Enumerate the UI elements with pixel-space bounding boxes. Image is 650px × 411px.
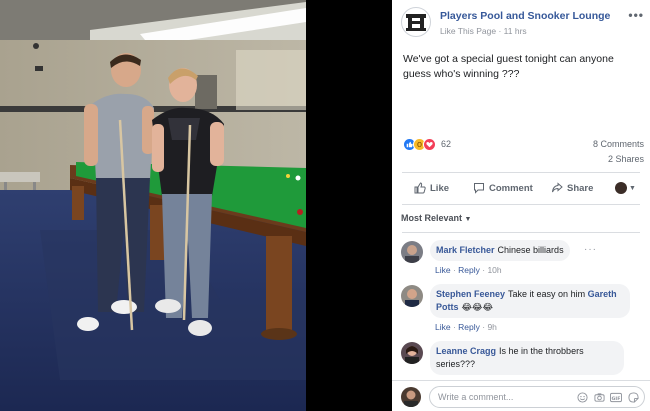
side-table <box>0 172 40 182</box>
post-meta: Like This Page · 11 hrs <box>440 26 527 36</box>
comment-button[interactable]: Comment <box>473 182 533 194</box>
divider <box>402 172 640 173</box>
comment-author-link[interactable]: Leanne Cragg <box>436 346 496 356</box>
comment-emoji: 😂😂😂 <box>461 302 494 312</box>
post-photo[interactable] <box>0 0 306 411</box>
players-logo-icon <box>406 14 426 31</box>
post-actions: Like Comment Share ▼ <box>392 177 650 201</box>
commenter-avatar[interactable] <box>401 241 423 263</box>
comment-text: Take it easy on him <box>508 289 586 299</box>
cue-ball <box>295 175 301 181</box>
like-page-link[interactable]: Like This Page <box>440 26 496 36</box>
chevron-down-icon: ▼ <box>629 184 636 192</box>
comment-bubble: Mark Fletcher Chinese billiards <box>430 240 570 261</box>
user-avatar <box>615 182 627 194</box>
sticker-icon[interactable] <box>627 391 639 403</box>
comment-time[interactable]: 9h <box>487 322 496 332</box>
meta-separator: · <box>498 26 502 36</box>
comment-bubble-icon <box>474 183 484 194</box>
comment-label: Comment <box>489 182 533 194</box>
post-time[interactable]: 11 hrs <box>504 26 527 36</box>
comment-reply-link[interactable]: Reply <box>458 265 480 275</box>
sort-label: Most Relevant <box>401 213 463 223</box>
comment-meta: Like · Reply · 9h <box>435 322 497 332</box>
comment-options-icon[interactable]: ··· <box>584 244 597 255</box>
comment-sort-dropdown[interactable]: Most Relevant ▼ <box>401 213 471 223</box>
reactions-summary[interactable]: o 62 <box>403 137 451 151</box>
wall-fixture <box>35 66 43 71</box>
shares-count-link[interactable]: 2 Shares <box>608 154 644 164</box>
divider <box>402 232 640 233</box>
user-avatar <box>401 387 421 407</box>
like-label: Like <box>430 182 450 194</box>
table-leg-left <box>72 186 84 220</box>
comment-input-tools: GIF <box>576 391 639 403</box>
wall-frame <box>195 75 217 109</box>
window-glow <box>236 50 306 110</box>
share-button[interactable]: Share <box>551 182 593 194</box>
photo-letterbox <box>306 0 392 411</box>
comment-reply-link[interactable]: Reply <box>458 322 480 332</box>
comment-time[interactable]: 10h <box>487 265 501 275</box>
photo-scene <box>0 0 306 411</box>
comment-input-placeholder: Write a comment... <box>438 392 514 402</box>
comment-meta: Like · Reply · 10h <box>435 265 502 275</box>
post-as-selector[interactable]: ▼ <box>615 182 636 194</box>
write-comment-row: Write a comment... GIF <box>392 380 650 411</box>
comment-text: Chinese billiards <box>497 245 564 255</box>
comment-bubble: Leanne Cragg Is he in the throbbers serie… <box>430 341 624 375</box>
commenter-avatar[interactable] <box>401 285 423 307</box>
like-button[interactable]: Like <box>414 182 449 194</box>
page-name-link[interactable]: Players Pool and Snooker Lounge <box>440 10 610 22</box>
comment-like-link[interactable]: Like <box>435 322 451 332</box>
more-options-icon[interactable]: ••• <box>628 8 644 22</box>
comment-input[interactable]: Write a comment... GIF <box>429 386 645 408</box>
comment-bubble: Stephen Feeney Take it easy on him Gareth… <box>430 284 630 318</box>
chevron-down-icon: ▼ <box>464 216 472 223</box>
commenter-avatar[interactable] <box>401 342 423 364</box>
divider <box>402 204 640 205</box>
post-text: We've got a special guest tonight can an… <box>403 53 614 80</box>
comments-count-link[interactable]: 8 Comments <box>593 139 644 149</box>
thumbs-up-icon <box>414 182 426 194</box>
share-label: Share <box>567 182 594 194</box>
share-arrow-icon <box>552 182 563 193</box>
emoji-icon[interactable] <box>576 391 588 403</box>
comment-like-link[interactable]: Like <box>435 265 451 275</box>
reaction-count: 62 <box>441 139 452 149</box>
post-panel: Players Pool and Snooker Lounge Like Thi… <box>392 0 650 411</box>
comment-author-link[interactable]: Stephen Feeney <box>436 289 505 299</box>
love-reaction-icon <box>423 137 436 151</box>
svg-text:GIF: GIF <box>612 395 621 401</box>
page-avatar[interactable] <box>401 7 431 37</box>
table-leg-right <box>266 236 292 336</box>
camera-icon[interactable] <box>593 391 605 403</box>
post-header: Players Pool and Snooker Lounge Like Thi… <box>392 0 650 44</box>
gif-icon[interactable]: GIF <box>610 391 622 403</box>
wall-camera <box>33 43 39 49</box>
comment-author-link[interactable]: Mark Fletcher <box>436 245 495 255</box>
